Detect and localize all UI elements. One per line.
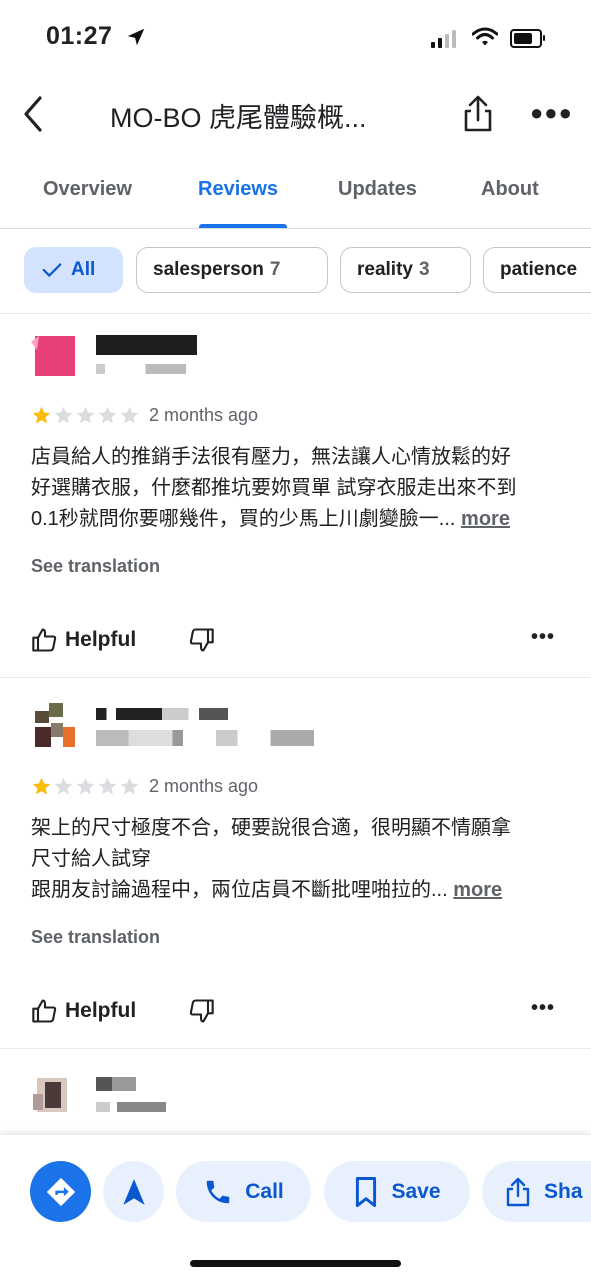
star-filled-icon — [32, 777, 51, 795]
filter-chips: All salesperson 7 reality 3 patience — [0, 247, 591, 297]
page-title: MO-BO 虎尾體驗概... — [110, 103, 367, 133]
reviewer-meta-obscured — [96, 1102, 166, 1112]
star-empty-icon — [120, 406, 139, 424]
share-icon — [506, 1177, 530, 1206]
bottom-action-bar: Call Save Sha — [0, 1135, 591, 1279]
share-label: Sha — [544, 1179, 583, 1203]
avatar[interactable] — [31, 332, 75, 376]
tab-bar: Overview Reviews Updates About — [0, 160, 591, 229]
directions-button[interactable] — [30, 1161, 91, 1222]
star-empty-icon — [76, 406, 95, 424]
review-date: 2 months ago — [149, 405, 259, 425]
share-icon[interactable] — [460, 94, 496, 134]
review-line: 好選購衣服，什麼都推坑要妳買單 試穿衣服走出來不到 — [31, 477, 517, 499]
tab-reviews[interactable]: Reviews — [198, 178, 278, 201]
active-tab-indicator — [199, 224, 287, 228]
chip-label: All — [71, 259, 96, 280]
location-arrow-icon — [127, 28, 145, 46]
rating-stars — [31, 405, 140, 426]
see-translation-link[interactable]: See translation — [31, 556, 160, 577]
chip-all[interactable]: All — [24, 247, 123, 293]
star-empty-icon — [98, 777, 117, 795]
review-text: 架上的尺寸極度不合，硬要說很合適，很明顯不情願拿 尺寸給人試穿 跟朋友討論過程中… — [31, 813, 571, 906]
divider — [0, 1048, 591, 1049]
home-indicator — [190, 1260, 401, 1267]
rating-stars — [31, 776, 140, 797]
cellular-signal-icon — [431, 30, 456, 48]
share-place-button[interactable]: Sha — [482, 1161, 591, 1222]
tab-about[interactable]: About — [481, 178, 539, 201]
save-button[interactable]: Save — [324, 1161, 470, 1222]
review-line: 架上的尺寸極度不合，硬要說很合適，很明顯不情願拿 — [31, 817, 511, 839]
reviewer-meta-obscured — [96, 730, 314, 746]
chip-count: 7 — [269, 259, 281, 280]
review-line: 尺寸給人試穿 — [31, 848, 151, 870]
chip-patience[interactable]: patience — [483, 247, 591, 293]
more-options-icon[interactable]: ●●● — [530, 100, 573, 126]
helpful-label: Helpful — [65, 999, 137, 1022]
helpful-button[interactable]: Helpful — [31, 997, 136, 1025]
divider — [0, 677, 591, 678]
chip-label: salesperson — [153, 259, 264, 280]
star-filled-icon — [32, 406, 51, 424]
star-empty-icon — [54, 777, 73, 795]
start-navigation-button[interactable] — [103, 1161, 164, 1222]
chip-label: reality — [357, 259, 413, 280]
star-empty-icon — [76, 777, 95, 795]
star-empty-icon — [54, 406, 73, 424]
chip-reality[interactable]: reality 3 — [340, 247, 471, 293]
thumbs-down-icon[interactable] — [187, 997, 215, 1025]
helpful-label: Helpful — [65, 628, 137, 651]
battery-icon — [510, 29, 545, 48]
more-link[interactable]: more — [453, 879, 502, 901]
thumbs-up-icon — [32, 999, 57, 1023]
review-more-options-icon[interactable]: ••• — [531, 997, 555, 1020]
review-line: 0.1秒就問你要哪幾件，買的少馬上川劇變臉一... — [31, 508, 456, 530]
avatar[interactable] — [31, 1074, 75, 1118]
review-line: 店員給人的推銷手法很有壓力，無法讓人心情放鬆的好 — [31, 446, 511, 468]
wifi-icon — [472, 27, 498, 46]
phone-icon — [206, 1180, 230, 1203]
star-empty-icon — [120, 777, 139, 795]
reviewer-name-obscured[interactable] — [96, 335, 197, 355]
call-button[interactable]: Call — [176, 1161, 311, 1222]
review-more-options-icon[interactable]: ••• — [531, 626, 555, 649]
more-link[interactable]: more — [461, 508, 510, 530]
see-translation-link[interactable]: See translation — [31, 927, 160, 948]
thumbs-up-icon — [32, 628, 57, 652]
save-label: Save — [391, 1179, 441, 1203]
chip-count: 3 — [418, 259, 430, 280]
star-empty-icon — [98, 406, 117, 424]
chip-salesperson[interactable]: salesperson 7 — [136, 247, 328, 293]
review-line: 跟朋友討論過程中，兩位店員不斷批哩啪拉的... — [31, 879, 448, 901]
thumbs-down-icon[interactable] — [187, 626, 215, 654]
call-label: Call — [245, 1179, 284, 1203]
bookmark-icon — [356, 1176, 377, 1207]
reviewer-name-obscured[interactable] — [96, 1077, 136, 1091]
avatar[interactable] — [31, 703, 75, 747]
status-time: 01:27 — [46, 22, 113, 50]
reviewer-meta-obscured — [96, 364, 186, 374]
back-icon[interactable] — [20, 94, 50, 134]
reviewer-name-obscured[interactable] — [96, 708, 228, 720]
check-icon — [42, 263, 62, 278]
review-text: 店員給人的推銷手法很有壓力，無法讓人心情放鬆的好 好選購衣服，什麼都推坑要妳買單… — [31, 442, 571, 535]
review-date: 2 months ago — [149, 776, 259, 796]
helpful-button[interactable]: Helpful — [31, 626, 136, 654]
tab-updates[interactable]: Updates — [338, 178, 417, 201]
chip-label: patience — [500, 259, 578, 280]
divider — [0, 313, 591, 314]
tab-overview[interactable]: Overview — [43, 178, 132, 201]
navigation-arrow-icon — [122, 1178, 145, 1205]
directions-icon — [46, 1177, 75, 1206]
